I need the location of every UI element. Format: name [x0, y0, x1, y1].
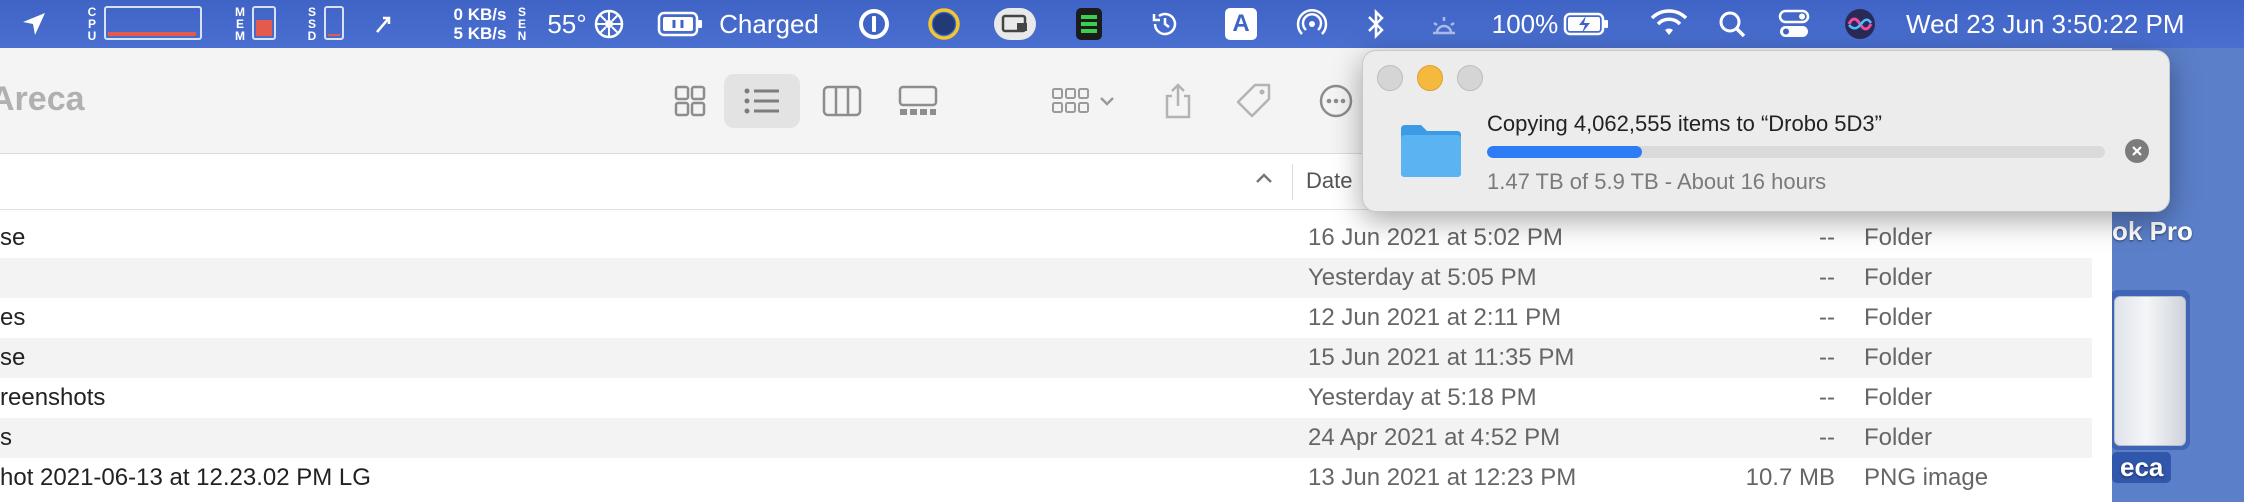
- table-row[interactable]: se 16 Jun 2021 at 5:02 PM -- Folder: [0, 218, 2092, 258]
- input-source-label: A: [1225, 8, 1257, 40]
- siri-icon[interactable]: [1842, 0, 1878, 48]
- control-center-icon[interactable]: [1776, 0, 1812, 48]
- icon-view-button[interactable]: [652, 74, 728, 128]
- istat-icon[interactable]: [1072, 0, 1106, 48]
- file-date: 15 Jun 2021 at 11:35 PM: [1308, 344, 1575, 371]
- temperature-readout[interactable]: 55°: [536, 0, 598, 48]
- file-name: se: [0, 224, 26, 251]
- tag-icon: [1236, 83, 1271, 118]
- copy-title: Copying 4,062,555 items to “Drobo 5D3”: [1487, 111, 1882, 136]
- table-row[interactable]: s 24 Apr 2021 at 4:52 PM -- Folder: [0, 418, 2092, 458]
- external-drive-icon[interactable]: [2114, 296, 2186, 446]
- file-kind: PNG image: [1864, 464, 1989, 491]
- column-divider[interactable]: [1292, 164, 1293, 200]
- desktop-item-label[interactable]: ok Pro: [2112, 216, 2193, 247]
- file-size: --: [1819, 424, 1835, 451]
- mem-label: MEM: [235, 5, 245, 43]
- table-row[interactable]: reenshots Yesterday at 5:18 PM -- Folder: [0, 378, 2092, 418]
- copy-status: 1.47 TB of 5.9 TB - About 16 hours: [1487, 169, 1827, 194]
- group-icon: [1052, 88, 1114, 113]
- columns-icon: [822, 85, 862, 117]
- bluetooth-icon[interactable]: [1362, 0, 1390, 48]
- zoom-window-button[interactable]: [1457, 65, 1483, 91]
- ssd-meter[interactable]: [324, 6, 344, 40]
- folder-icon: [1399, 121, 1463, 184]
- tags-button[interactable]: [1216, 74, 1292, 128]
- list-icon: [744, 88, 779, 114]
- share-button[interactable]: [1140, 74, 1216, 128]
- network-arrows-icon: [372, 0, 396, 48]
- ssd-label: SSD: [307, 5, 317, 43]
- file-size: --: [1819, 264, 1835, 291]
- file-date: 12 Jun 2021 at 2:11 PM: [1308, 304, 1562, 331]
- table-row[interactable]: hot 2021-06-13 at 12.23.02 PM LG 13 Jun …: [0, 458, 2092, 498]
- file-size: --: [1819, 344, 1835, 371]
- cpu-label: CPU: [87, 5, 97, 43]
- file-name: s: [0, 424, 12, 451]
- grid-icon: [674, 85, 706, 117]
- drive-label[interactable]: eca: [2112, 452, 2172, 483]
- file-size: --: [1819, 224, 1835, 251]
- input-source-icon[interactable]: A: [1224, 0, 1258, 48]
- table-row[interactable]: es 12 Jun 2021 at 2:11 PM -- Folder: [0, 298, 2092, 338]
- file-kind: Folder: [1864, 424, 1933, 451]
- gallery-icon: [898, 85, 938, 115]
- column-view-button[interactable]: [804, 74, 880, 128]
- file-size: --: [1819, 304, 1835, 331]
- screen-share-icon[interactable]: [992, 0, 1038, 48]
- file-kind: Folder: [1864, 304, 1933, 331]
- stop-copy-button[interactable]: [2125, 139, 2149, 163]
- wifi-icon[interactable]: [1648, 0, 1690, 48]
- menu-bar: CPU MEM SSD 0 KB/s 5 KB/s SEN 55° Charged: [0, 0, 2244, 48]
- airdrop-icon[interactable]: [1294, 0, 1330, 48]
- battery-plug-icon[interactable]: [656, 0, 704, 48]
- brightness-icon[interactable]: [1426, 0, 1462, 48]
- copy-progress-dialog: Copying 4,062,555 items to “Drobo 5D3” 1…: [1362, 50, 2170, 212]
- file-date: 16 Jun 2021 at 5:02 PM: [1308, 224, 1563, 251]
- sort-chevron-up-icon[interactable]: [1254, 168, 1274, 193]
- copy-progress-fill: [1487, 146, 1642, 158]
- spotlight-icon[interactable]: [1716, 0, 1748, 48]
- file-kind: Folder: [1864, 224, 1933, 251]
- sensor-label: SEN: [517, 5, 527, 43]
- onepassword-icon[interactable]: [856, 0, 892, 48]
- window-title: Areca: [0, 80, 85, 118]
- location-arrow-icon[interactable]: [14, 0, 54, 48]
- date-column-header[interactable]: Date: [1306, 168, 1352, 194]
- copy-progress-bar: [1487, 146, 2105, 158]
- ellipsis-circle-icon: [1319, 84, 1353, 118]
- file-date: Yesterday at 5:05 PM: [1308, 264, 1537, 291]
- file-kind: Folder: [1864, 264, 1933, 291]
- file-date: Yesterday at 5:18 PM: [1308, 384, 1537, 411]
- file-date: 13 Jun 2021 at 12:23 PM: [1308, 464, 1577, 491]
- close-icon: [2132, 146, 2142, 156]
- table-row[interactable]: se 15 Jun 2021 at 11:35 PM -- Folder: [0, 338, 2092, 378]
- file-name: hot 2021-06-13 at 12.23.02 PM LG: [0, 464, 371, 491]
- mem-meter[interactable]: [252, 6, 276, 40]
- minimize-window-button[interactable]: [1417, 65, 1443, 91]
- file-size: --: [1819, 384, 1835, 411]
- battery-icon[interactable]: [1562, 0, 1610, 48]
- file-size: 10.7 MB: [1745, 464, 1835, 491]
- gallery-view-button[interactable]: [880, 74, 956, 128]
- share-icon: [1165, 83, 1191, 119]
- table-row[interactable]: Yesterday at 5:05 PM -- Folder: [0, 258, 2092, 298]
- battery-status-text[interactable]: Charged: [714, 0, 824, 48]
- circle-ring-icon[interactable]: [926, 0, 962, 48]
- cpu-meter[interactable]: [104, 6, 202, 40]
- close-window-button[interactable]: [1377, 65, 1403, 91]
- battery-percent[interactable]: 100%: [1490, 0, 1560, 48]
- file-kind: Folder: [1864, 384, 1933, 411]
- file-date: 24 Apr 2021 at 4:52 PM: [1308, 424, 1561, 451]
- menubar-clock[interactable]: Wed 23 Jun 3:50:22 PM: [1906, 0, 2212, 48]
- file-name: se: [0, 344, 26, 371]
- list-view-button[interactable]: [724, 74, 800, 128]
- fan-icon[interactable]: [592, 0, 626, 48]
- file-name: es: [0, 304, 26, 331]
- group-button[interactable]: [1044, 74, 1124, 128]
- time-machine-icon[interactable]: [1148, 0, 1182, 48]
- file-name: reenshots: [0, 384, 106, 411]
- file-kind: Folder: [1864, 344, 1933, 371]
